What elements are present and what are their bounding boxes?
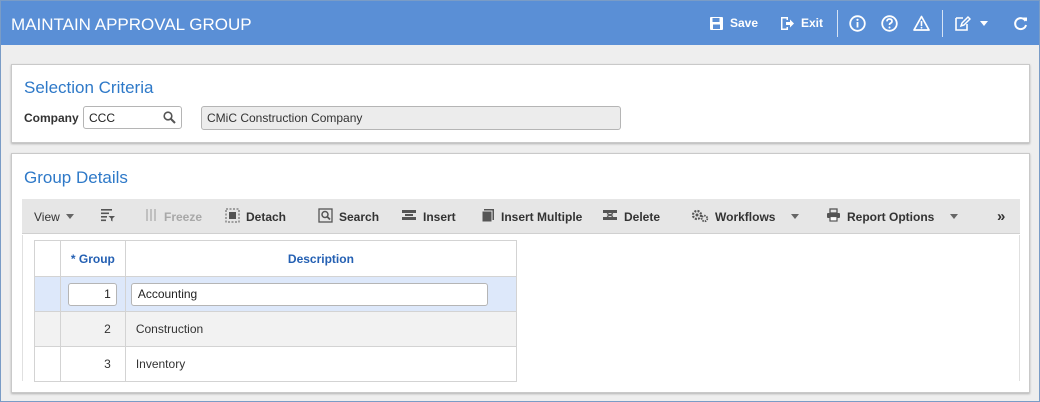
edit-icon	[954, 15, 971, 32]
group-cell[interactable]: 2	[59, 311, 126, 347]
group-cell[interactable]: 1	[59, 276, 126, 312]
table-header-row: * Group Description	[34, 240, 518, 277]
search-icon[interactable]	[163, 111, 176, 127]
search-label: Search	[339, 209, 380, 224]
delete-icon	[602, 208, 624, 225]
description-input[interactable]: Accounting	[130, 282, 488, 306]
save-label: Save	[730, 16, 759, 30]
selection-criteria-panel: Selection Criteria Company CCC CMiC Cons…	[11, 64, 1030, 143]
table-row[interactable]: 3 Inventory	[34, 346, 518, 382]
refresh-icon	[1012, 15, 1029, 32]
company-name-field: CMiC Construction Company	[201, 106, 621, 130]
company-field[interactable]: CCC	[83, 106, 182, 129]
description-cell[interactable]: Construction	[124, 311, 518, 347]
selection-criteria-title: Selection Criteria	[24, 78, 154, 97]
company-name-value: CMiC Construction Company	[207, 111, 363, 125]
chevron-down-icon	[950, 214, 959, 219]
description-cell[interactable]: Accounting	[124, 276, 518, 312]
save-icon	[709, 16, 724, 31]
edit-menu-button[interactable]	[954, 14, 989, 32]
more-options-button[interactable]: »	[997, 199, 1005, 234]
view-label: View	[34, 209, 60, 224]
report-options-button[interactable]: Report Options	[826, 199, 959, 234]
insert-multiple-icon	[481, 208, 501, 226]
description-cell[interactable]: Inventory	[124, 346, 518, 382]
column-header-description[interactable]: Description	[124, 240, 518, 277]
help-icon	[881, 14, 898, 32]
row-selector[interactable]	[34, 311, 61, 347]
warning-button[interactable]	[913, 14, 930, 32]
freeze-button[interactable]: Freeze	[145, 199, 202, 234]
company-label: Company	[24, 111, 79, 125]
grid-area: * Group Description 1 Accounting 2 Const…	[22, 235, 1020, 382]
exit-icon	[780, 16, 795, 31]
save-button[interactable]: Save	[709, 14, 758, 32]
view-menu-button[interactable]: View	[34, 199, 74, 234]
description-value: Accounting	[137, 287, 198, 301]
exit-label: Exit	[801, 16, 824, 30]
refresh-button[interactable]	[1012, 14, 1029, 32]
search-icon	[318, 207, 339, 226]
table-row[interactable]: 1 Accounting	[34, 276, 518, 312]
header-divider	[942, 10, 943, 37]
chevron-down-icon	[65, 214, 74, 219]
exit-button[interactable]: Exit	[780, 14, 823, 32]
group-cell[interactable]: 3	[59, 346, 126, 382]
row-selector[interactable]	[34, 346, 61, 382]
insert-multiple-button[interactable]: Insert Multiple	[481, 199, 582, 234]
detach-label: Detach	[246, 209, 287, 224]
company-field-value: CCC	[89, 110, 115, 125]
chevron-down-icon	[791, 214, 800, 219]
gear-icon	[691, 208, 715, 226]
insert-multiple-label: Insert Multiple	[501, 209, 583, 224]
detach-button[interactable]: Detach	[225, 199, 286, 234]
filter-icon	[100, 208, 122, 225]
report-options-label: Report Options	[847, 209, 935, 224]
chevron-down-icon	[979, 19, 989, 27]
header-bar: MAINTAIN APPROVAL GROUP Save Exit	[1, 1, 1039, 45]
delete-button[interactable]: Delete	[602, 199, 660, 234]
header-divider	[837, 10, 838, 37]
insert-button[interactable]: Insert	[401, 199, 456, 234]
help-button[interactable]	[881, 14, 898, 32]
workflows-button[interactable]: Workflows	[691, 199, 800, 234]
page-title: MAINTAIN APPROVAL GROUP	[11, 15, 252, 34]
group-details-title: Group Details	[24, 168, 128, 187]
group-input[interactable]: 1	[67, 282, 117, 306]
row-selector[interactable]	[34, 276, 61, 312]
column-header-group[interactable]: * Group	[59, 240, 126, 277]
info-icon	[849, 14, 866, 32]
group-table: * Group Description 1 Accounting 2 Const…	[34, 240, 518, 382]
search-button[interactable]: Search	[318, 199, 379, 234]
workflows-label: Workflows	[715, 209, 776, 224]
freeze-label: Freeze	[164, 209, 203, 224]
row-selector-header	[34, 240, 61, 277]
table-row[interactable]: 2 Construction	[34, 311, 518, 347]
group-value: 1	[104, 287, 111, 301]
insert-label: Insert	[423, 209, 456, 224]
grid-toolbar: View Freeze Detach Search Insert Insert …	[22, 199, 1020, 234]
app-window: MAINTAIN APPROVAL GROUP Save Exit Select…	[0, 0, 1040, 402]
delete-label: Delete	[624, 209, 661, 224]
info-button[interactable]	[849, 14, 866, 32]
filter-button[interactable]	[100, 199, 122, 234]
freeze-icon	[145, 208, 164, 225]
group-details-panel: Group Details View Freeze Detach Search …	[11, 153, 1030, 393]
print-icon	[826, 208, 847, 225]
insert-icon	[401, 208, 423, 225]
warning-icon	[913, 15, 930, 32]
detach-icon	[225, 208, 246, 226]
